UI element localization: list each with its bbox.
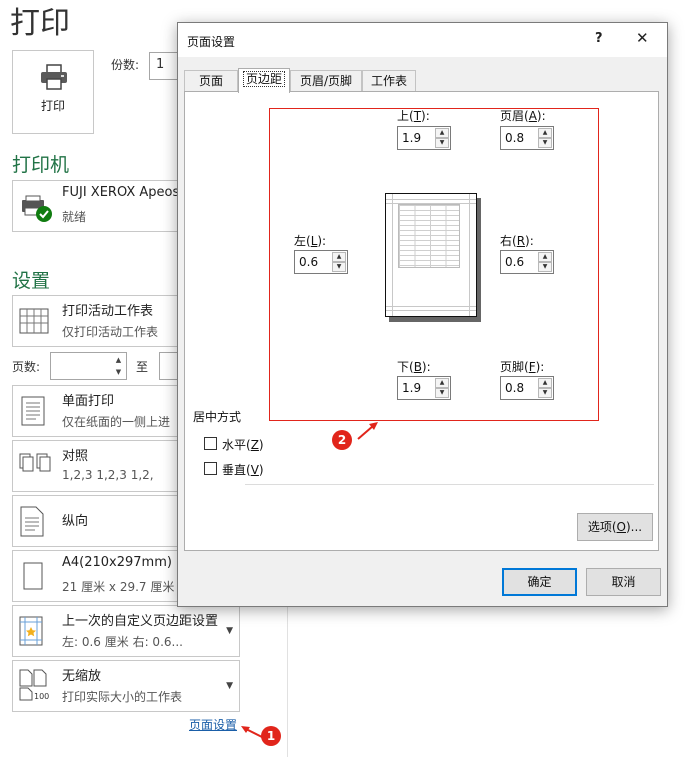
annotation-arrow-2	[357, 422, 378, 440]
print-what-title: 打印活动工作表	[62, 304, 154, 319]
sheet-grid-icon	[19, 308, 49, 334]
options-label-text: 选项(	[587, 520, 617, 534]
options-label-key: O	[616, 520, 626, 534]
tab-page[interactable]: 页面	[184, 70, 238, 92]
dialog-title: 页面设置	[187, 35, 236, 49]
print-button-label: 打印	[40, 99, 65, 113]
printer-heading: 打印机	[12, 154, 70, 176]
vertical-label-end: )	[258, 463, 264, 477]
options-label-end: )...	[626, 520, 643, 534]
scaling-selector[interactable]: 100 无缩放 打印实际大小的工作表 ▼	[12, 660, 240, 712]
options-button[interactable]: 选项(O)...	[577, 513, 653, 541]
horizontal-label-text: 水平(	[222, 438, 251, 452]
horizontal-label[interactable]: 水平(Z)	[222, 436, 264, 453]
collate-desc: 1,2,3 1,2,3 1,2,	[62, 468, 154, 482]
paper-size-title: A4(210x297mm)	[62, 555, 172, 570]
print-what-desc: 仅打印活动工作表	[62, 325, 159, 339]
margins-desc: 左: 0.6 厘米 右: 0.6...	[62, 635, 183, 649]
chevron-down-icon[interactable]: ▼	[226, 681, 233, 691]
printer-status: 就绪	[62, 210, 87, 224]
tab-header-footer[interactable]: 页眉/页脚	[290, 70, 362, 92]
scaling-icon-text: 100	[34, 692, 49, 701]
collate-icon	[19, 453, 51, 472]
close-icon[interactable]: ✕	[636, 29, 649, 47]
collate-title: 对照	[62, 449, 89, 464]
print-button[interactable]: 打印	[12, 50, 94, 134]
pages-to-input[interactable]	[159, 352, 179, 380]
copies-label: 份数:	[111, 58, 140, 72]
vertical-label-text: 垂直(	[222, 463, 251, 477]
tab-sheet[interactable]: 工作表	[362, 70, 416, 92]
annotation-badge-2: 2	[332, 430, 352, 450]
pages-label: 页数:	[12, 360, 41, 374]
vertical-label[interactable]: 垂直(V)	[222, 461, 264, 478]
settings-heading: 设置	[12, 270, 51, 292]
scaling-desc: 打印实际大小的工作表	[62, 690, 183, 704]
ok-button[interactable]: 确定	[502, 568, 577, 596]
annotation-badge-1: 1	[261, 726, 281, 746]
cancel-button[interactable]: 取消	[586, 568, 661, 596]
dialog-titlebar[interactable]: 页面设置 ? ✕	[178, 23, 667, 57]
chevron-down-icon[interactable]: ▼	[226, 626, 233, 636]
sides-desc: 仅在纸面的一侧上进	[62, 415, 171, 429]
horizontal-checkbox[interactable]	[204, 437, 217, 450]
tab-margins-label: 页边距	[242, 71, 285, 87]
margins-title: 上一次的自定义页边距设置	[62, 614, 219, 629]
sides-title: 单面打印	[62, 394, 115, 409]
tab-margins[interactable]: 页边距	[238, 68, 290, 93]
scaling-icon: 100	[19, 669, 49, 701]
horizontal-label-end: )	[258, 438, 264, 452]
paper-size-icon	[23, 562, 43, 590]
vertical-checkbox[interactable]	[204, 462, 217, 475]
margins-selector[interactable]: 上一次的自定义页边距设置 左: 0.6 厘米 右: 0.6... ▼	[12, 605, 240, 657]
portrait-icon	[20, 506, 44, 537]
page-title: 打印	[10, 6, 70, 41]
paper-size-desc: 21 厘米 x 29.7 厘米	[62, 580, 175, 594]
pages-from-input[interactable]: ▲ ▼	[50, 352, 127, 380]
vertical-label-key: V	[250, 463, 259, 477]
center-heading: 居中方式	[193, 408, 246, 425]
scaling-title: 无缩放	[62, 669, 102, 684]
pages-to-label: 至	[136, 360, 149, 374]
center-divider	[245, 484, 654, 485]
single-sided-icon	[21, 396, 45, 426]
help-button[interactable]: ?	[595, 31, 603, 46]
pages-from-spinner[interactable]: ▲ ▼	[112, 354, 125, 378]
orientation-title: 纵向	[62, 514, 89, 529]
printer-ready-icon	[22, 195, 52, 222]
horizontal-label-key: Z	[250, 438, 259, 452]
annotation-highlight-box	[269, 108, 599, 421]
printer-icon	[41, 64, 67, 90]
page-setup-link[interactable]: 页面设置	[189, 716, 237, 733]
printer-name: FUJI XEROX Apeos	[62, 185, 180, 200]
custom-margins-icon	[19, 616, 43, 646]
